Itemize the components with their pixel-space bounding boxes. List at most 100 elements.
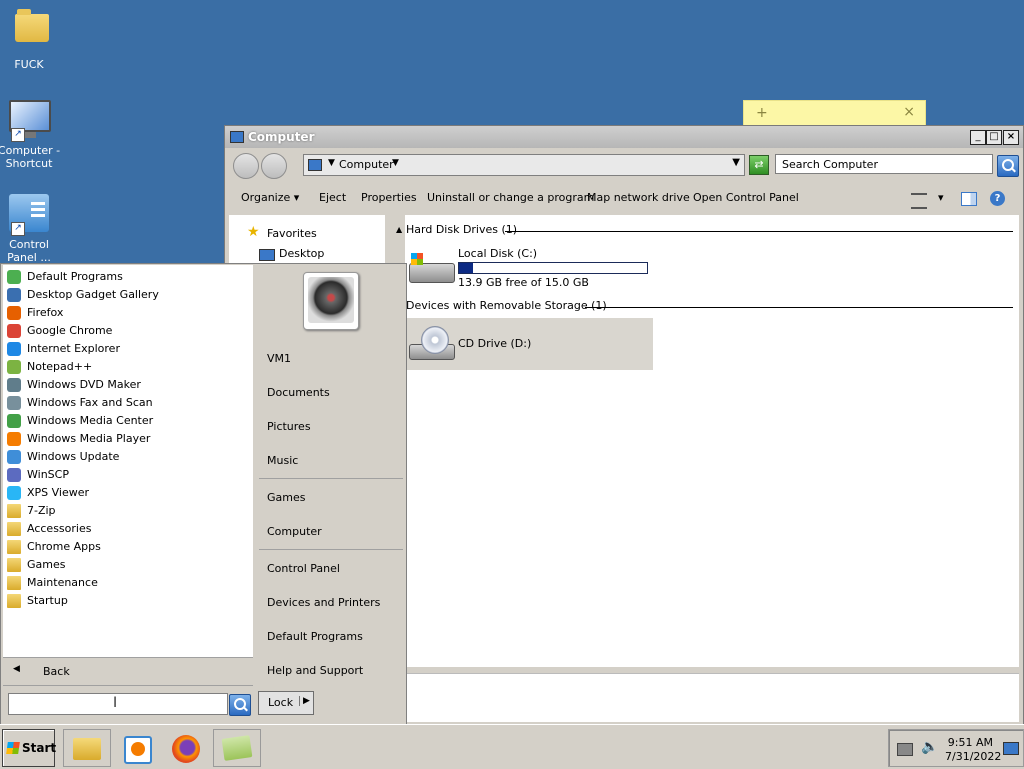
show-desktop-icon[interactable] bbox=[1003, 742, 1019, 755]
search-icon[interactable] bbox=[997, 155, 1019, 177]
program-label: Startup bbox=[27, 594, 68, 607]
media-center-icon bbox=[7, 414, 21, 428]
program-label: Windows DVD Maker bbox=[27, 378, 141, 391]
start-item-games[interactable]: Games bbox=[267, 491, 305, 504]
folder-icon bbox=[221, 735, 253, 761]
cd-drive-item[interactable]: CD Drive (D:) bbox=[405, 318, 653, 370]
start-menu-right-column: VM1 Documents Pictures Music Games Compu… bbox=[255, 264, 405, 688]
sticky-note[interactable]: + × bbox=[743, 100, 926, 128]
chevron-down-icon[interactable]: ▼ bbox=[392, 158, 399, 168]
desktop-icon-computer-shortcut[interactable]: ↗ Computer - Shortcut bbox=[0, 100, 64, 170]
program-label: Notepad++ bbox=[27, 360, 93, 373]
sticky-close-button[interactable]: × bbox=[903, 104, 915, 120]
window-title: Computer bbox=[248, 130, 315, 144]
search-icon[interactable] bbox=[229, 694, 251, 716]
minimize-button[interactable]: _ bbox=[970, 130, 986, 145]
close-button[interactable]: × bbox=[1003, 130, 1019, 145]
cd-drive-icon bbox=[407, 326, 455, 360]
group-removable-storage[interactable]: Devices with Removable Storage (1) bbox=[406, 299, 607, 312]
divider bbox=[259, 478, 403, 479]
start-item-documents[interactable]: Documents bbox=[267, 386, 330, 399]
folder-icon bbox=[15, 9, 49, 42]
maximize-button[interactable]: □ bbox=[986, 130, 1002, 145]
breadcrumb-computer[interactable]: Computer bbox=[339, 158, 394, 171]
map-network-drive-button[interactable]: Map network drive bbox=[587, 191, 690, 204]
program-label: WinSCP bbox=[27, 468, 69, 481]
properties-button[interactable]: Properties bbox=[361, 191, 417, 204]
chevron-down-icon[interactable]: ▼ bbox=[328, 158, 335, 168]
start-item-music[interactable]: Music bbox=[267, 454, 298, 467]
refresh-button[interactable]: ⇄ bbox=[749, 155, 769, 175]
start-item-control-panel[interactable]: Control Panel bbox=[267, 562, 340, 575]
control-panel-icon: ↗ bbox=[9, 194, 49, 236]
program-label: Games bbox=[27, 558, 66, 571]
forward-button[interactable] bbox=[261, 153, 287, 179]
taskbar-explorer-button[interactable] bbox=[63, 729, 111, 767]
desktop-icon-label: Control Panel ... bbox=[7, 238, 51, 264]
taskbar-media-player-button[interactable] bbox=[113, 729, 161, 767]
start-item-user[interactable]: VM1 bbox=[267, 352, 291, 365]
eject-button[interactable]: Eject bbox=[319, 191, 346, 204]
desktop-icon-label: Computer - Shortcut bbox=[0, 144, 61, 170]
start-menu[interactable]: Default Programs Desktop Gadget Gallery Fi… bbox=[0, 263, 407, 725]
chevron-down-icon[interactable]: ▾ bbox=[938, 191, 944, 204]
group-hard-disk-drives[interactable]: Hard Disk Drives (1) bbox=[406, 223, 517, 236]
folder-icon bbox=[7, 558, 21, 572]
volume-icon[interactable]: 🔈 bbox=[921, 739, 938, 755]
collapse-icon[interactable]: ▲ bbox=[396, 225, 402, 234]
clock[interactable]: 9:51 AM 7/31/2022 bbox=[945, 736, 1001, 764]
system-tray: 🔈 9:51 AM 7/31/2022 bbox=[888, 729, 1024, 767]
address-dropdown-icon[interactable]: ▼ bbox=[732, 157, 740, 168]
fax-scan-icon bbox=[7, 396, 21, 410]
folder-icon bbox=[7, 504, 21, 518]
nav-desktop[interactable]: Desktop bbox=[279, 247, 324, 260]
lock-button[interactable]: Lock ▶ bbox=[258, 691, 314, 715]
start-button[interactable]: Start bbox=[2, 729, 57, 767]
xps-viewer-icon bbox=[7, 486, 21, 500]
content-pane: ▲ Hard Disk Drives (1) Local Disk (C:) 1… bbox=[396, 215, 1019, 667]
program-label: Windows Media Player bbox=[27, 432, 151, 445]
window-titlebar[interactable]: Computer _ □ × bbox=[225, 126, 1023, 148]
desktop-icon-folder[interactable]: FUCK bbox=[0, 6, 64, 71]
local-disk-free: 13.9 GB free of 15.0 GB bbox=[458, 276, 589, 289]
sticky-add-button[interactable]: + bbox=[756, 105, 768, 121]
start-item-pictures[interactable]: Pictures bbox=[267, 420, 311, 433]
group-divider bbox=[585, 307, 1013, 308]
network-icon[interactable] bbox=[897, 743, 913, 756]
taskbar-folder-button[interactable] bbox=[213, 729, 261, 767]
uninstall-button[interactable]: Uninstall or change a program bbox=[427, 191, 594, 204]
desktop-icon-label: FUCK bbox=[14, 58, 44, 71]
user-avatar[interactable] bbox=[303, 272, 359, 330]
start-item-devices-printers[interactable]: Devices and Printers bbox=[267, 596, 380, 609]
taskbar-firefox-button[interactable] bbox=[163, 729, 211, 767]
chevron-right-icon[interactable]: ▶ bbox=[299, 696, 310, 706]
command-bar: Organize ▾ Eject Properties Uninstall or… bbox=[225, 181, 1023, 213]
start-item-computer[interactable]: Computer bbox=[267, 525, 322, 538]
start-label: Start bbox=[22, 741, 57, 755]
computer-icon bbox=[230, 131, 244, 143]
back-button[interactable] bbox=[233, 153, 259, 179]
address-bar[interactable]: ▼ Computer ▼ ▼ bbox=[303, 154, 745, 176]
folder-icon bbox=[7, 594, 21, 608]
group-divider bbox=[505, 231, 1013, 232]
view-options-icon[interactable] bbox=[911, 193, 927, 209]
program-label: Default Programs bbox=[27, 270, 123, 283]
start-search-input[interactable]: I bbox=[8, 693, 228, 715]
hard-drive-icon bbox=[407, 251, 455, 285]
folder-icon bbox=[7, 576, 21, 590]
nav-favorites[interactable]: Favorites bbox=[267, 227, 317, 240]
back-button[interactable]: ◀ Back bbox=[3, 658, 253, 684]
firefox-icon bbox=[172, 735, 200, 763]
preview-pane-icon[interactable] bbox=[961, 192, 977, 206]
start-item-default-programs[interactable]: Default Programs bbox=[267, 630, 363, 643]
search-input[interactable]: Search Computer bbox=[775, 154, 993, 174]
firefox-icon bbox=[7, 306, 21, 320]
organize-button[interactable]: Organize ▾ bbox=[241, 191, 299, 204]
local-disk-item[interactable]: Local Disk (C:) 13.9 GB free of 15.0 GB bbox=[405, 245, 655, 289]
help-icon[interactable]: ? bbox=[990, 191, 1005, 206]
organize-label: Organize bbox=[241, 191, 291, 204]
open-control-panel-button[interactable]: Open Control Panel bbox=[693, 191, 799, 204]
desktop-icon-control-panel[interactable]: ↗ Control Panel ... bbox=[0, 194, 64, 264]
gadget-gallery-icon bbox=[7, 288, 21, 302]
start-item-help-support[interactable]: Help and Support bbox=[267, 664, 363, 677]
